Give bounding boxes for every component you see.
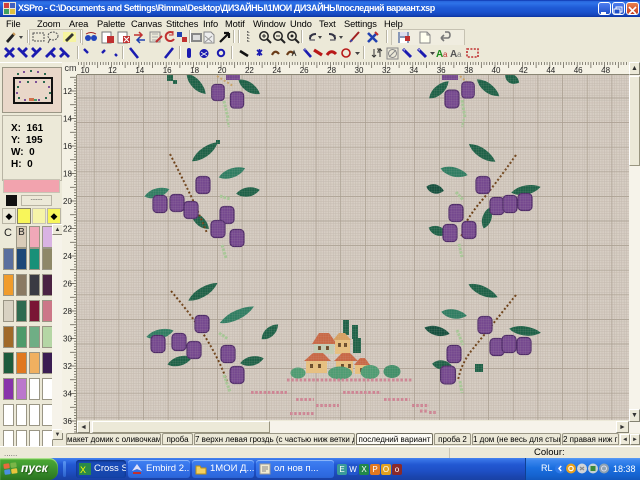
- svg-text:46: 46: [574, 66, 583, 75]
- svg-text:36: 36: [437, 66, 446, 75]
- svg-text:12: 12: [63, 87, 72, 96]
- svg-text:32: 32: [63, 362, 72, 371]
- svg-text:20: 20: [218, 66, 227, 75]
- svg-text:40: 40: [492, 66, 501, 75]
- svg-text:28: 28: [327, 66, 336, 75]
- svg-text:a: a: [443, 50, 448, 59]
- svg-text:12: 12: [108, 66, 117, 75]
- svg-text:18: 18: [190, 66, 199, 75]
- svg-text:18: 18: [63, 170, 72, 179]
- svg-text:14: 14: [135, 66, 144, 75]
- svg-text:16: 16: [63, 142, 72, 151]
- svg-text:32: 32: [382, 66, 391, 75]
- svg-text:42: 42: [519, 66, 528, 75]
- svg-text:16: 16: [163, 66, 172, 75]
- svg-text:22: 22: [63, 225, 72, 234]
- svg-text:34: 34: [63, 390, 72, 399]
- svg-text:36: 36: [63, 417, 72, 426]
- svg-text:14: 14: [63, 115, 72, 124]
- svg-text:24: 24: [63, 252, 72, 261]
- svg-text:38: 38: [464, 66, 473, 75]
- svg-text:22: 22: [245, 66, 254, 75]
- svg-text:30: 30: [355, 66, 364, 75]
- svg-text:X: X: [80, 465, 86, 475]
- svg-text:34: 34: [409, 66, 418, 75]
- svg-text:24: 24: [272, 66, 281, 75]
- svg-text:26: 26: [63, 280, 72, 289]
- svg-text:28: 28: [63, 307, 72, 316]
- svg-text:48: 48: [601, 66, 610, 75]
- svg-text:44: 44: [546, 66, 555, 75]
- svg-text:30: 30: [63, 335, 72, 344]
- svg-text:10: 10: [81, 66, 90, 75]
- svg-text:20: 20: [63, 197, 72, 206]
- svg-text:26: 26: [300, 66, 309, 75]
- svg-text:a: a: [457, 50, 462, 59]
